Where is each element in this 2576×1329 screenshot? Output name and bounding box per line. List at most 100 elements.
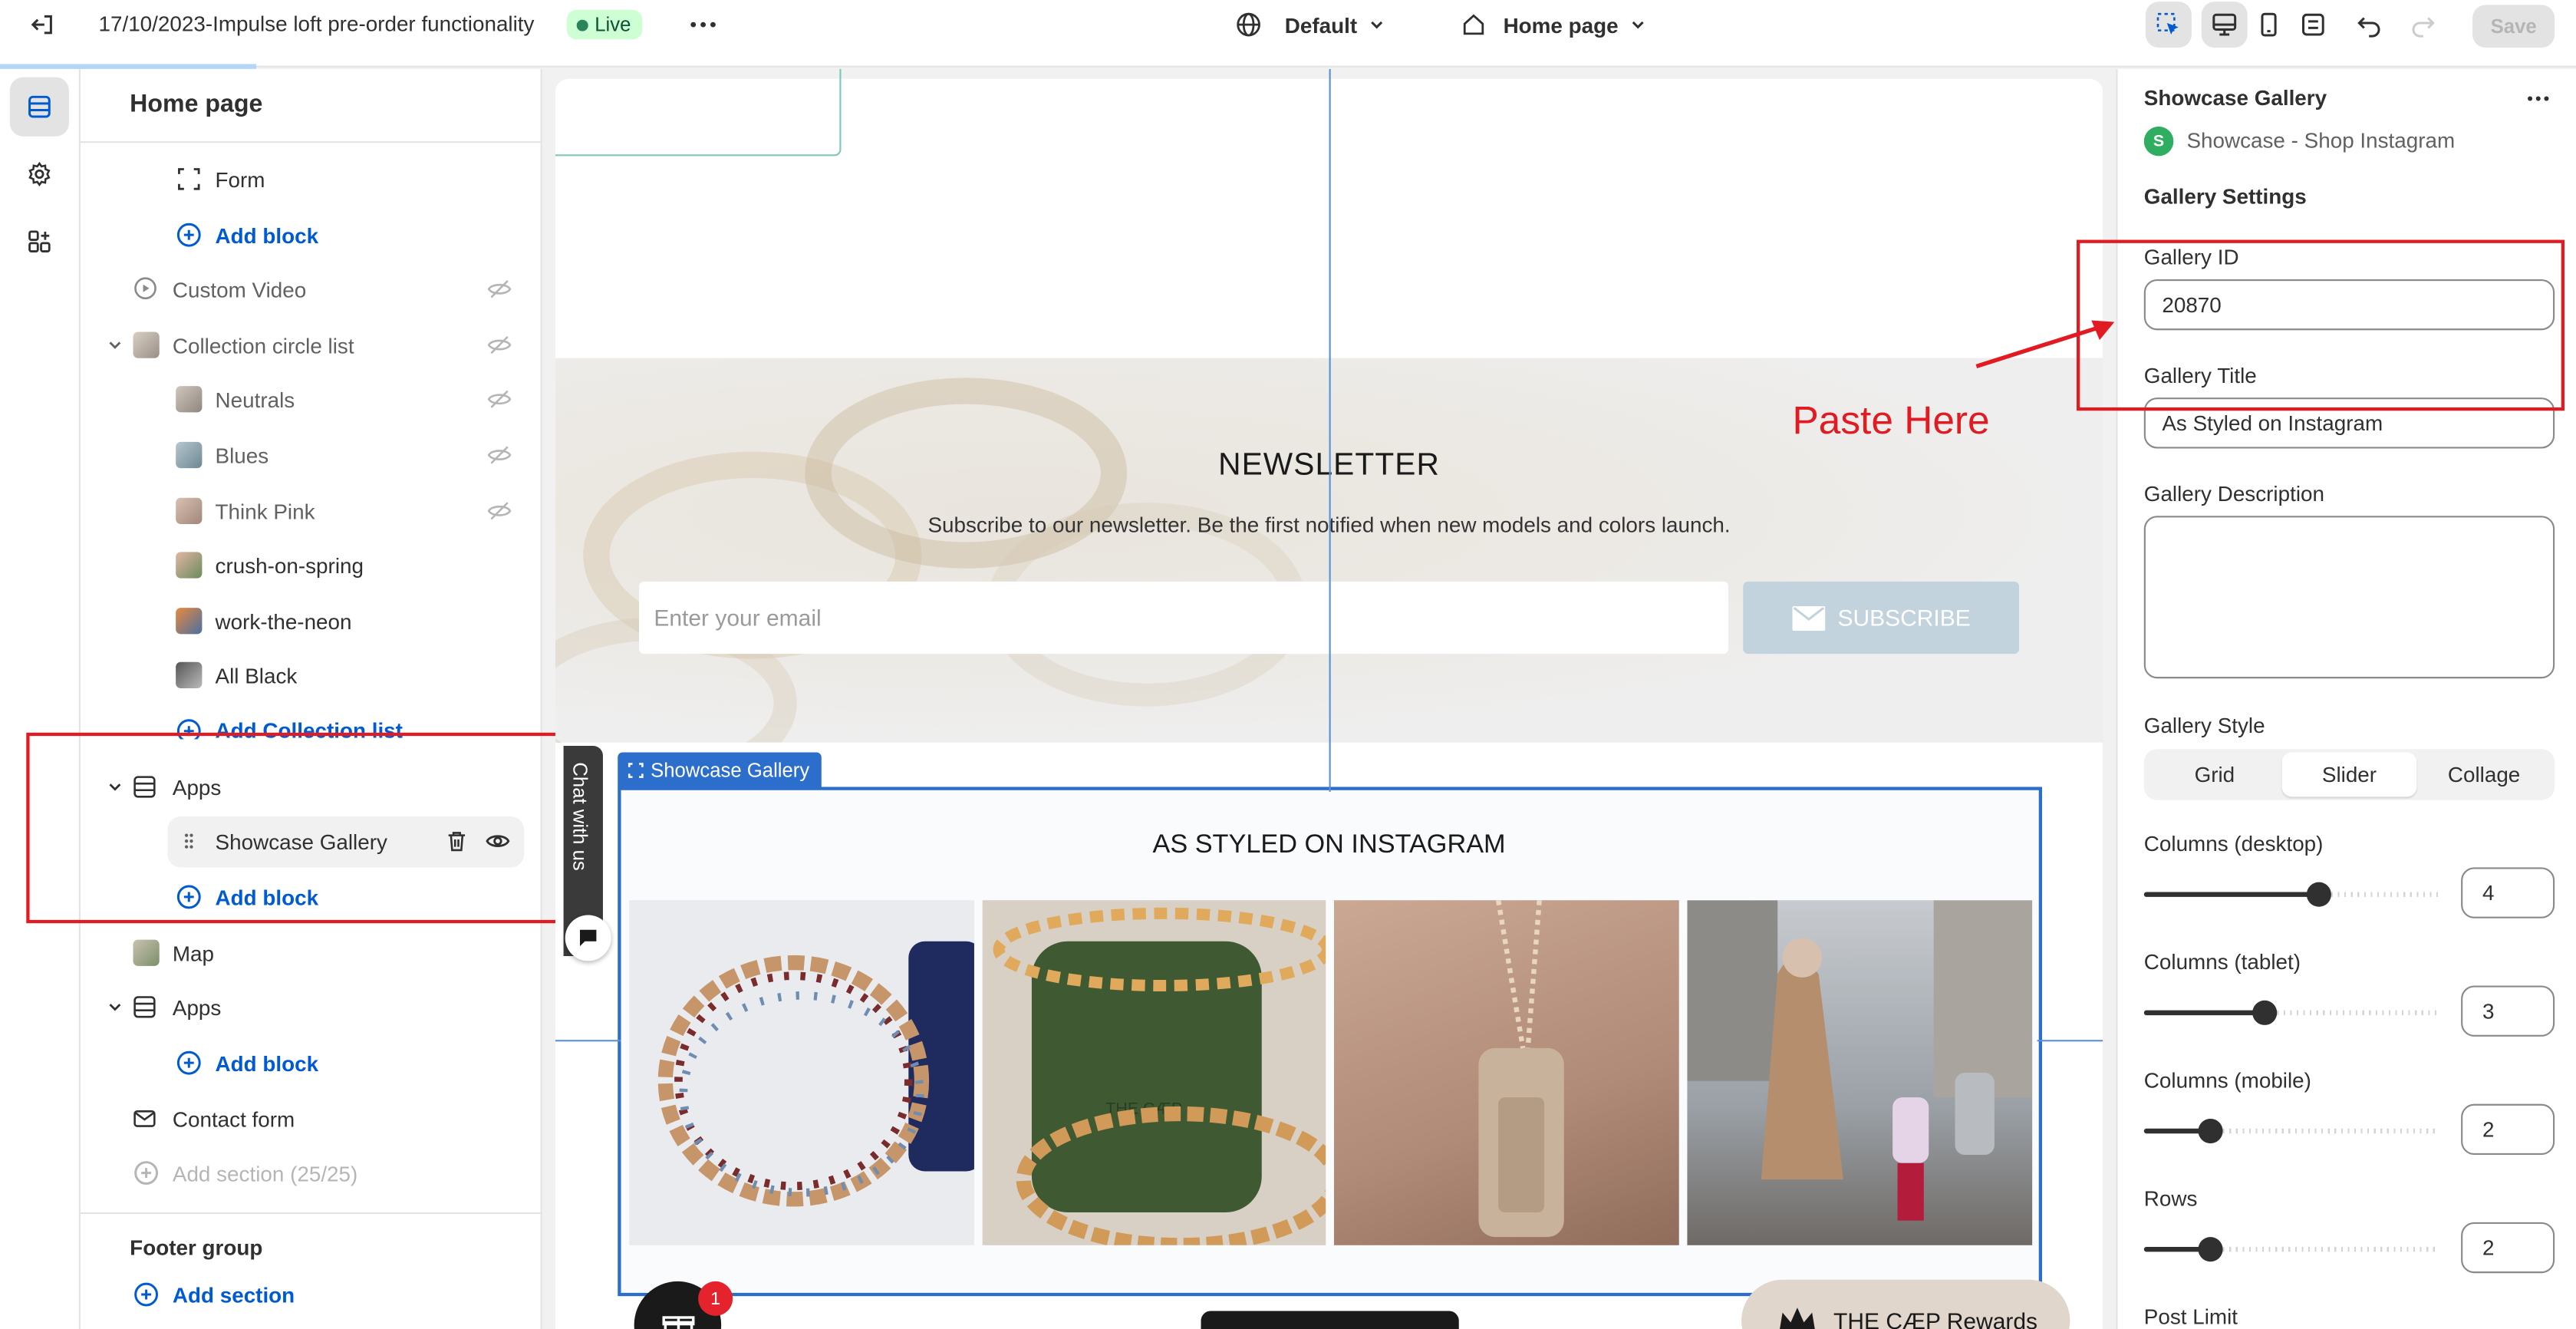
rewards-button[interactable]: THE CÆP Rewards [1741,1279,2070,1329]
page-title: Home page [130,90,263,119]
status-badge: Live [566,9,643,40]
fullscreen-view-button[interactable] [2290,2,2336,48]
columns-desktop-input[interactable]: 4 [2461,867,2555,918]
add-block-button[interactable]: Add block [81,210,542,259]
columns-mobile-input[interactable]: 2 [2461,1103,2555,1156]
chevron-down-icon[interactable] [107,337,123,353]
rows-slider[interactable] [2143,1232,2440,1265]
gear-icon [28,161,51,187]
post-limit-label: Post Limit [2143,1304,2238,1329]
columns-tablet-input[interactable]: 3 [2461,985,2555,1037]
collection-thumbnail [133,331,160,358]
columns-tablet-slider[interactable] [2143,995,2440,1028]
hidden-eye-icon[interactable] [486,386,512,412]
columns-desktop-slider[interactable] [2143,877,2440,910]
sections-nav-button[interactable] [9,77,69,137]
bead-bracelet-image [657,941,974,1207]
footer-add-section-button[interactable]: Add section [81,1270,542,1319]
app-name: Showcase - Shop Instagram [2186,127,2456,153]
all-black-thumbnail [176,661,203,689]
section-apps-2-label: Apps [172,994,222,1020]
block-blues[interactable]: Blues [81,430,542,480]
selected-section-tag: Showcase Gallery [618,752,822,789]
gallery-photo-3[interactable] [1333,900,1679,1245]
status-badge-label: Live [595,13,631,37]
cursor-select-icon [2156,12,2179,35]
annotation-highlight-box [26,732,561,924]
app-logo-icon: S [2143,126,2174,157]
preview-canvas: NEWSLETTER Subscribe to our newsletter. … [555,68,2103,1329]
section-custom-video[interactable]: Custom Video [81,265,542,314]
theme-settings-nav-button[interactable] [10,144,69,203]
columns-mobile-label: Columns (mobile) [2143,1067,2311,1093]
subscribe-label: SUBSCRIBE [1837,604,1971,632]
section-map[interactable]: Map [81,928,542,978]
section-contact-form[interactable]: Contact form [81,1094,542,1143]
divider [80,1212,542,1215]
hidden-eye-icon[interactable] [486,498,512,524]
section-map-label: Map [172,940,215,965]
block-think-pink[interactable]: Think Pink [81,486,542,536]
slider-thumb[interactable] [2252,1000,2278,1025]
bottom-toolbar[interactable] [1201,1311,1459,1329]
columns-desktop-label: Columns (desktop) [2143,831,2324,856]
inspector-toggle-button[interactable] [2145,2,2192,48]
gallery-photo-2[interactable]: THE CÆP [982,900,1326,1245]
slider-thumb[interactable] [2198,1118,2223,1144]
exit-icon[interactable] [25,10,61,40]
block-form[interactable]: Form [81,154,542,203]
hidden-eye-icon[interactable] [486,276,512,302]
section-apps-2[interactable]: Apps [81,982,542,1031]
blues-thumbnail [176,441,203,469]
newsletter-email-input[interactable]: Enter your email [639,581,1728,655]
add-block-label: Add block [215,1050,319,1076]
section-collection-circle-list[interactable]: Collection circle list [81,320,542,369]
gallery-photo-4[interactable] [1687,900,2033,1245]
subscribe-button[interactable]: SUBSCRIBE [1743,581,2020,655]
style-option-grid[interactable]: Grid [2147,753,2282,797]
slider-thumb[interactable] [2306,882,2331,907]
hidden-eye-icon[interactable] [486,442,512,468]
undo-button[interactable] [2346,2,2392,48]
more-options-icon[interactable] [687,10,720,40]
rows-label: Rows [2143,1186,2198,1211]
style-option-collage[interactable]: Collage [2416,753,2551,797]
chevron-down-icon[interactable] [107,999,123,1015]
apps-section-icon [133,996,156,1018]
store-title: 17/10/2023-Impulse loft pre-order functi… [98,11,535,37]
block-all-black[interactable]: All Black [81,651,542,700]
add-block-label: Add block [215,223,319,248]
block-think-pink-label: Think Pink [215,498,315,523]
block-neutrals[interactable]: Neutrals [81,374,542,424]
top-bar: 17/10/2023-Impulse loft pre-order functi… [0,0,2576,68]
block-crush-on-spring[interactable]: crush-on-spring [81,540,542,589]
save-button[interactable]: Save [2472,5,2555,48]
gallery-heading: AS STYLED ON INSTAGRAM [1152,831,1506,859]
app-embeds-nav-button[interactable] [10,212,69,271]
block-neutrals-label: Neutrals [215,387,295,412]
more-options-icon[interactable] [2522,85,2555,111]
hidden-eye-icon[interactable] [486,331,512,358]
page-selector[interactable]: Home page [1461,12,1648,38]
mail-icon [1791,605,1825,631]
chat-button[interactable] [565,915,611,961]
desktop-view-button[interactable] [2201,2,2248,48]
slider-thumb[interactable] [2198,1237,2223,1262]
chevron-down-icon [1371,21,1383,29]
annotation-text: Paste Here [1792,399,1990,444]
style-option-slider[interactable]: Slider [2281,752,2417,797]
redo-button[interactable] [2400,2,2446,48]
theme-selector[interactable]: Default [1235,12,1386,38]
add-section-label: Add section (25/25) [172,1160,358,1186]
columns-tablet-label: Columns (tablet) [2143,949,2301,974]
block-crush-on-spring-label: crush-on-spring [215,552,364,578]
rows-input[interactable]: 2 [2461,1222,2555,1274]
gallery-description-field[interactable] [2143,516,2555,679]
chevron-down-icon [1632,21,1644,29]
block-work-the-neon[interactable]: work-the-neon [81,596,542,645]
columns-mobile-slider[interactable] [2143,1114,2440,1147]
gallery-style-label: Gallery Style [2143,713,2265,738]
gallery-photo-1[interactable] [629,900,974,1245]
mobile-view-button[interactable] [2246,2,2292,48]
add-block-button[interactable]: Add block [81,1038,542,1087]
